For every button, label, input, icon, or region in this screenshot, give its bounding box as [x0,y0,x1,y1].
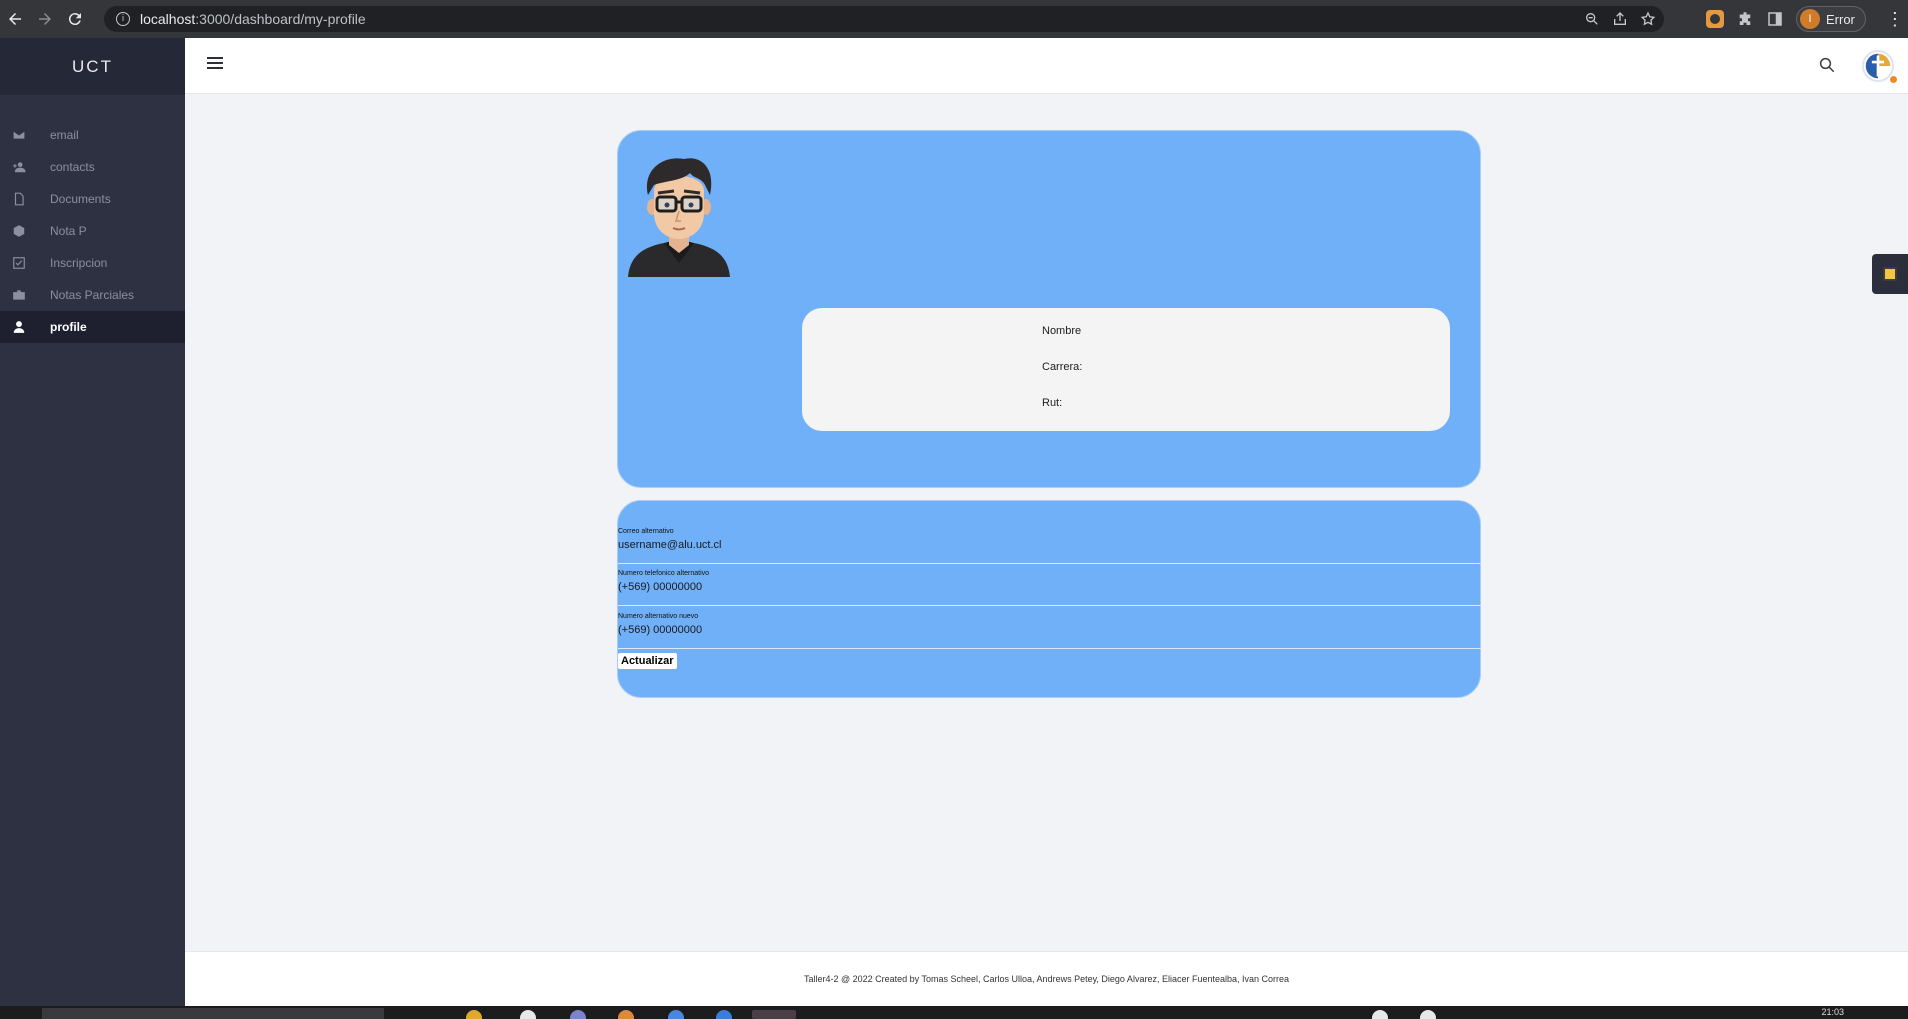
profile-info-box: Nombre Carrera: Rut: [802,308,1450,431]
profile-card: Nombre Carrera: Rut: [617,130,1481,488]
zoom-icon[interactable] [1584,11,1600,27]
sidepanel-icon[interactable] [1766,10,1784,28]
sidebar-item-label: Documents [50,192,111,206]
sidebar-item-documents[interactable]: Documents [0,183,185,215]
actualizar-button[interactable]: Actualizar [618,653,677,669]
field-label: Numero telefonico alternativo [618,570,710,577]
sidebar-item-label: email [50,128,79,142]
more-vert-icon[interactable]: ⋮ [1886,9,1904,30]
avatar [624,151,734,277]
taskbar-search[interactable] [42,1008,384,1019]
telefono-alternativo-field[interactable]: Numero telefonico alternativo (+569) 000… [618,570,1482,606]
field-label: Correo alternativo [618,528,674,535]
sidebar-item-email[interactable]: email [0,119,185,151]
menu-icon[interactable] [207,57,223,71]
briefcase-icon [12,288,26,302]
sidebar-item-inscripcion[interactable]: Inscripcion [0,247,185,279]
user-plus-icon [12,160,26,174]
share-icon[interactable] [1612,11,1628,27]
sidebar-item-profile[interactable]: profile [0,311,185,343]
correo-alternativo-field[interactable]: Correo alternativo username@alu.uct.cl [618,528,1482,564]
puzzle-icon[interactable] [1736,10,1754,28]
search-icon[interactable] [1818,56,1836,74]
taskbar-app-icon[interactable] [570,1010,586,1019]
url-text: localhost:3000/dashboard/my-profile [140,11,366,27]
checkbox-icon [12,256,26,270]
carrera-label: Carrera: [1042,361,1083,373]
taskbar-app-icon[interactable] [520,1010,536,1019]
profile-button[interactable]: I Error [1796,6,1866,32]
sidebar-item-label: Inscripcion [50,256,108,270]
taskbar-app-icon[interactable] [618,1010,634,1019]
brand-logo[interactable]: UCT [0,38,185,95]
sidebar-item-label: profile [50,320,87,334]
notification-dot [1889,75,1898,84]
field-label: Numero alternativo nuevo [618,613,699,620]
taskbar-clock: 21:03 [1821,1007,1844,1017]
back-button[interactable] [0,4,30,34]
reload-icon [68,13,81,26]
browser-toolbar: i localhost:3000/dashboard/my-profile I … [0,0,1908,38]
profile-avatar: I [1800,9,1820,29]
top-navbar [185,38,1908,94]
profile-status: Error [1826,11,1855,27]
star-icon[interactable] [1640,11,1656,27]
sidebar-item-label: Nota P [50,224,87,238]
mail-icon [12,128,26,142]
user-icon [12,320,26,334]
rut-label: Rut: [1042,397,1063,409]
sidebar: UCT email contacts Documents Nota P Insc… [0,38,185,1006]
arrow-right-icon [39,13,51,25]
sidebar-item-label: Notas Parciales [50,288,135,302]
field-value[interactable]: (+569) 00000000 [618,581,1482,593]
os-taskbar: 21:03 [0,1006,1908,1019]
footer-text: Taller4-2 @ 2022 Created by Tomas Scheel… [803,974,1290,984]
forward-button[interactable] [30,4,60,34]
contact-form-card: Correo alternativo username@alu.uct.cl N… [617,500,1482,698]
info-icon[interactable]: i [116,12,130,26]
nombre-label: Nombre [1042,325,1082,337]
sidebar-item-nota-p[interactable]: Nota P [0,215,185,247]
arrow-left-icon [9,13,21,25]
sidebar-item-contacts[interactable]: contacts [0,151,185,183]
reload-button[interactable] [60,4,90,34]
footer: Taller4-2 @ 2022 Created by Tomas Scheel… [185,951,1908,1006]
document-icon [12,192,26,206]
address-bar[interactable]: i localhost:3000/dashboard/my-profile [104,6,1664,32]
taskbar-app-icon[interactable] [752,1010,796,1019]
taskbar-tray-icon[interactable] [1420,1010,1436,1019]
sidebar-menu: email contacts Documents Nota P Inscripc… [0,119,185,343]
field-value[interactable]: (+569) 00000000 [618,624,1482,636]
floating-widget-icon[interactable] [1872,254,1908,294]
sidebar-item-label: contacts [50,160,95,174]
taskbar-app-icon[interactable] [716,1010,732,1019]
taskbar-app-icon[interactable] [466,1010,482,1019]
sidebar-item-notas-parciales[interactable]: Notas Parciales [0,279,185,311]
extension-icon[interactable] [1706,10,1724,28]
field-value[interactable]: username@alu.uct.cl [618,539,1482,551]
numero-alternativo-nuevo-field[interactable]: Numero alternativo nuevo (+569) 00000000 [618,613,1482,649]
taskbar-app-icon[interactable] [668,1010,684,1019]
taskbar-tray-icon[interactable] [1372,1010,1388,1019]
cube-icon [12,224,26,238]
